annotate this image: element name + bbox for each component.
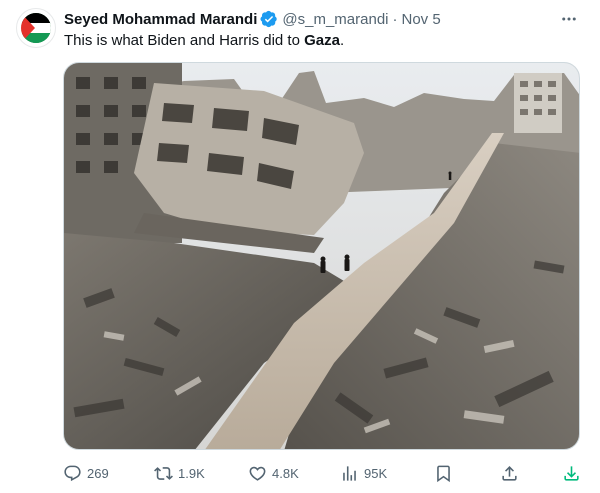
tweet-header: Seyed Mohammad Marandi @s_m_marandi · No… [64,9,441,29]
reply-count: 269 [87,465,109,481]
views-button[interactable]: 95K [340,460,387,486]
bookmark-button[interactable] [434,460,453,486]
tweet-text-before: This is what Biden and Harris did to [64,32,305,49]
more-options-icon[interactable] [558,8,580,30]
heart-icon [249,466,266,481]
tweet-card[interactable]: Seyed Mohammad Marandi @s_m_marandi · No… [0,0,600,493]
bookmark-icon [437,465,450,482]
repost-button[interactable]: 1.9K [154,460,205,486]
tweet-text-after: . [339,32,345,49]
reply-button[interactable]: 269 [63,460,109,486]
share-icon [502,465,517,481]
author-avatar[interactable] [16,8,56,48]
palestine-emblem-icon [21,13,51,43]
repost-icon [154,466,173,480]
share-button[interactable] [500,460,519,486]
reply-icon [64,465,81,481]
tweet-actions: 269 1.9K 4.8K 95K [63,460,583,486]
like-button[interactable]: 4.8K [248,460,299,486]
like-count: 4.8K [272,465,299,481]
download-button[interactable] [562,460,581,486]
verified-badge-icon [260,10,278,28]
separator-dot: · [392,10,398,28]
views-count: 95K [364,465,388,481]
rubble-street-photo [64,63,579,449]
tweet-text-bold[interactable]: Gaza [304,32,340,49]
tweet-date[interactable]: Nov 5 [402,11,441,28]
author-name[interactable]: Seyed Mohammad Marandi [64,11,257,28]
analytics-icon [343,465,356,481]
tweet-text: This is what Biden and Harris did to Gaz… [64,31,344,51]
tweet-photo[interactable] [63,62,580,450]
download-icon [564,465,579,481]
author-handle[interactable]: @s_m_marandi [282,11,388,28]
repost-count: 1.9K [178,465,205,481]
